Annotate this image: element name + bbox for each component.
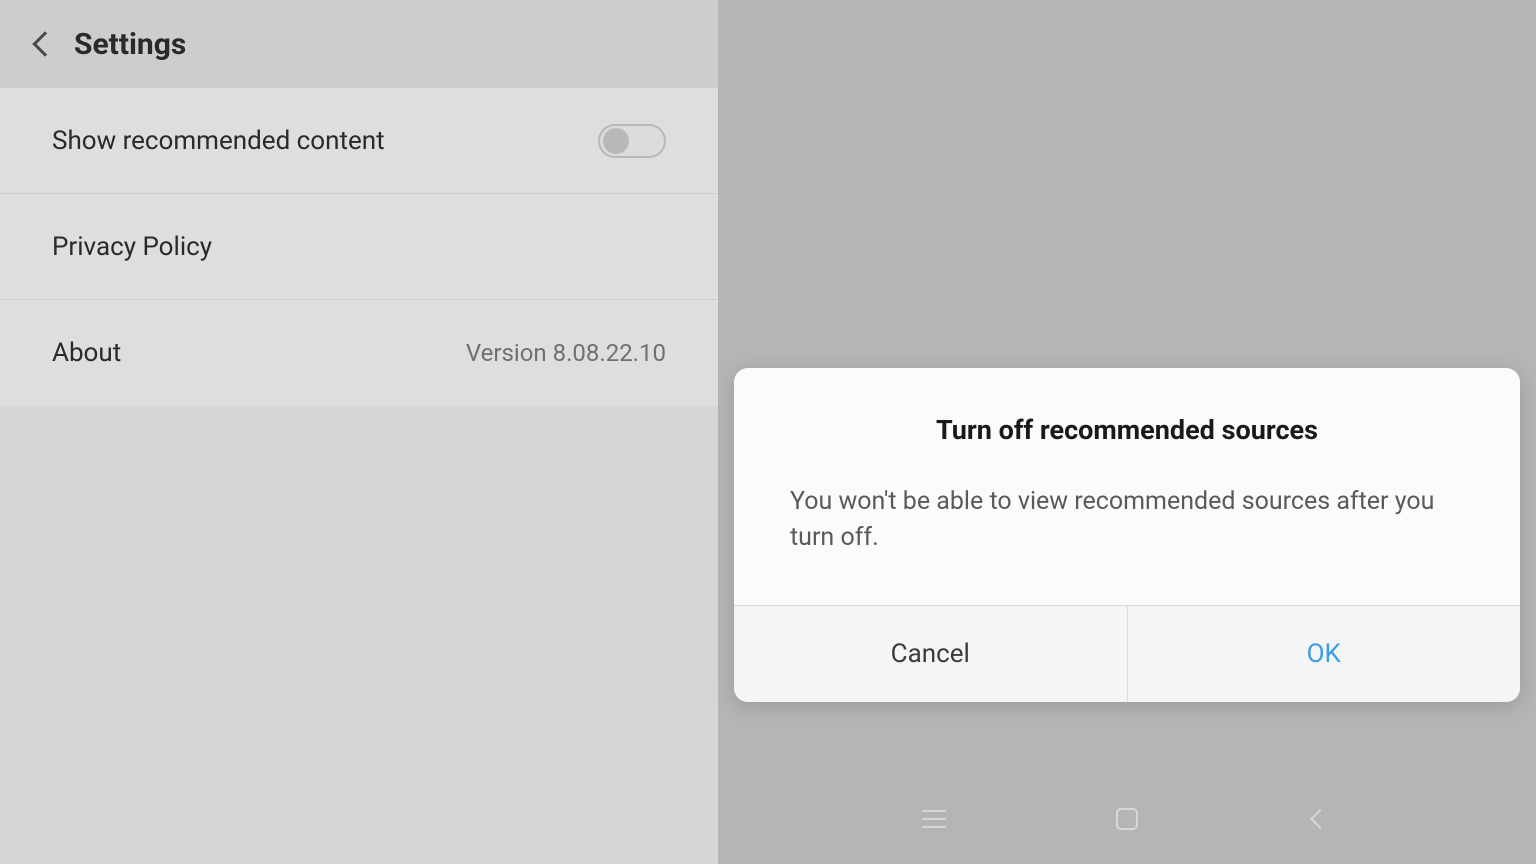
right-panel: Turn off recommended sources You won't b… [718, 0, 1536, 864]
cancel-button[interactable]: Cancel [734, 606, 1128, 702]
confirmation-dialog: Turn off recommended sources You won't b… [734, 368, 1520, 702]
row-label: About [52, 338, 121, 368]
dialog-content: Turn off recommended sources You won't b… [734, 368, 1520, 605]
ok-button[interactable]: OK [1128, 606, 1521, 702]
header-bar: Settings [0, 0, 718, 88]
dialog-title: Turn off recommended sources [790, 414, 1464, 446]
navigation-bar [718, 774, 1536, 864]
settings-list: Show recommended content Privacy Policy … [0, 88, 718, 406]
row-recommended-content[interactable]: Show recommended content [0, 88, 718, 194]
home-icon[interactable] [1113, 805, 1141, 833]
row-about[interactable]: About Version 8.08.22.10 [0, 300, 718, 406]
row-label: Privacy Policy [52, 232, 212, 262]
row-label: Show recommended content [52, 126, 385, 156]
toggle-recommended[interactable] [598, 124, 666, 158]
recent-apps-icon[interactable] [920, 805, 948, 833]
dialog-message: You won't be able to view recommended so… [790, 484, 1464, 557]
page-title: Settings [74, 27, 186, 62]
version-text: Version 8.08.22.10 [466, 339, 666, 367]
settings-panel: Settings Show recommended content Privac… [0, 0, 718, 864]
dialog-buttons: Cancel OK [734, 605, 1520, 702]
row-privacy-policy[interactable]: Privacy Policy [0, 194, 718, 300]
back-nav-icon[interactable] [1306, 805, 1334, 833]
toggle-knob [603, 128, 629, 154]
back-icon[interactable] [32, 31, 57, 56]
